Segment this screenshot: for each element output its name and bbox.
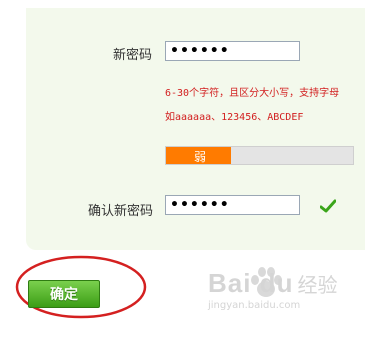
confirm-password-label: 确认新密码 [88,204,154,219]
password-hint-line1: 6-30个字符，且区分大小写，支持字母 [165,88,340,99]
baidu-jingyan-watermark: Bai du 经验 jingyan.baidu.com [208,268,338,311]
password-strength-label: 弱 [194,150,207,164]
confirm-password-input[interactable]: •••••• [165,195,300,215]
new-password-label: 新密码 [113,48,153,63]
new-password-input[interactable]: •••••• [165,41,300,61]
checkmark-icon [320,199,336,213]
watermark-brand-suffix: 经验 [297,273,338,297]
password-strength-meter: 弱 [165,146,354,165]
confirm-button[interactable]: 确定 [28,280,100,308]
password-hint-line2: 如aaaaaa、123456、ABCDEF [165,112,304,123]
watermark-url: jingyan.baidu.com [208,300,301,311]
watermark-brand: Bai du [208,268,294,298]
